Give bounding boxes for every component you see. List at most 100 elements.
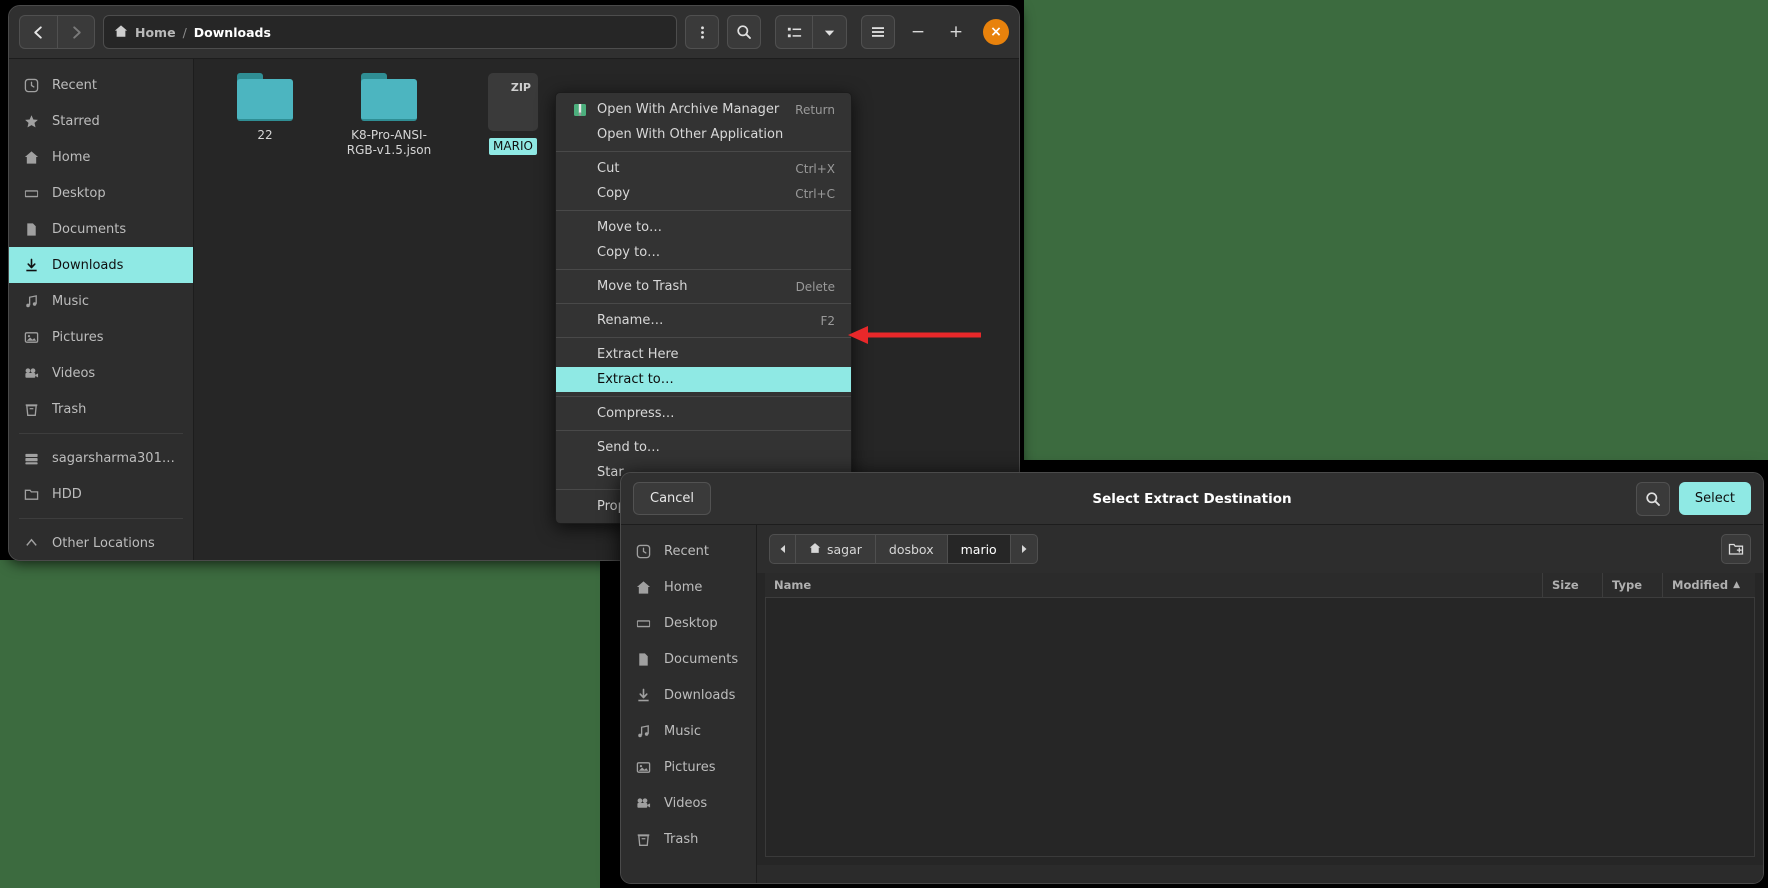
- menu-item-label: Extract to…: [597, 372, 835, 387]
- sidebar-item-hdd[interactable]: HDD: [9, 476, 193, 512]
- close-button[interactable]: ×: [983, 19, 1009, 45]
- sidebar-item-label: Pictures: [664, 760, 715, 775]
- sidebar-divider-2: [19, 518, 183, 519]
- forward-button[interactable]: [57, 15, 95, 49]
- path-scroll-left-button[interactable]: [769, 534, 796, 564]
- column-header-name[interactable]: Name: [765, 573, 1543, 597]
- menu-item-label: Copy to…: [597, 245, 835, 260]
- sidebar-item-home[interactable]: Home: [9, 139, 193, 175]
- search-button[interactable]: [727, 15, 761, 49]
- file-item-folder-k8pro[interactable]: K8-Pro-ANSI-RGB-v1.5.json: [336, 73, 442, 158]
- menu-item-open-with-other-application[interactable]: Open With Other Application: [556, 122, 851, 147]
- sidebar-item-label: Recent: [52, 78, 97, 93]
- dialog-body: Recent Home Desktop Documents Downloads …: [621, 525, 1763, 883]
- dialog-title: Select Extract Destination: [621, 491, 1763, 507]
- dialog-sidebar-item-videos[interactable]: Videos: [621, 785, 756, 821]
- cancel-button[interactable]: Cancel: [633, 482, 711, 515]
- menu-item-cut[interactable]: Cut Ctrl+X: [556, 156, 851, 181]
- select-button[interactable]: Select: [1679, 482, 1751, 515]
- main-menu-button[interactable]: [861, 15, 895, 49]
- menu-item-copy-to[interactable]: Copy to…: [556, 240, 851, 265]
- file-list-empty-area[interactable]: [765, 598, 1755, 857]
- breadcrumb-home[interactable]: Home: [114, 23, 176, 42]
- menu-item-open-with-archive-manager[interactable]: Open With Archive Manager Return: [556, 97, 851, 122]
- column-header-type[interactable]: Type: [1603, 573, 1663, 597]
- file-item-folder-22[interactable]: 22: [212, 73, 318, 158]
- video-icon: [635, 795, 652, 812]
- home-icon: [809, 542, 821, 557]
- sidebar-item-other-locations[interactable]: Other Locations: [9, 525, 193, 560]
- dialog-sidebar-item-home[interactable]: Home: [621, 569, 756, 605]
- file-item-archive-mario[interactable]: ZIP MARIO: [460, 73, 566, 158]
- sidebar-item-downloads[interactable]: Downloads: [9, 247, 193, 283]
- picture-icon: [635, 759, 652, 776]
- sidebar-item-music[interactable]: Music: [9, 283, 193, 319]
- path-crumb-label: sagar: [827, 542, 862, 557]
- sidebar-item-documents[interactable]: Documents: [9, 211, 193, 247]
- breadcrumb-home-label: Home: [135, 25, 176, 40]
- menu-separator: [556, 396, 851, 397]
- file-list-column-headers: Name Size Type Modified ▲: [765, 573, 1755, 598]
- menu-item-compress[interactable]: Compress…: [556, 401, 851, 426]
- path-crumb-sagar[interactable]: sagar: [796, 534, 876, 564]
- menu-separator: [556, 269, 851, 270]
- sidebar-item-label: Pictures: [52, 330, 103, 345]
- sidebar-item-label: Videos: [52, 366, 95, 381]
- list-view-button[interactable]: [775, 15, 813, 49]
- sidebar-item-desktop[interactable]: Desktop: [9, 175, 193, 211]
- menu-item-rename[interactable]: Rename… F2: [556, 308, 851, 333]
- path-crumb-dosbox[interactable]: dosbox: [876, 534, 948, 564]
- menu-item-label: Move to…: [597, 220, 835, 235]
- sidebar-item-label: Home: [52, 150, 90, 165]
- dialog-sidebar-item-documents[interactable]: Documents: [621, 641, 756, 677]
- dialog-sidebar-item-pictures[interactable]: Pictures: [621, 749, 756, 785]
- menu-item-extract-to[interactable]: Extract to…: [556, 367, 851, 392]
- view-dropdown-button[interactable]: [813, 15, 847, 49]
- maximize-button[interactable]: +: [941, 17, 971, 47]
- path-crumb-label: mario: [961, 542, 997, 557]
- context-menu[interactable]: Open With Archive Manager Return Open Wi…: [555, 92, 852, 524]
- sidebar-item-label: Downloads: [52, 258, 123, 273]
- menu-item-accel: Ctrl+C: [795, 187, 835, 201]
- sidebar-item-label: Desktop: [664, 616, 718, 631]
- sidebar-item-pictures[interactable]: Pictures: [9, 319, 193, 355]
- more-options-button[interactable]: [685, 15, 719, 49]
- column-header-size[interactable]: Size: [1543, 573, 1603, 597]
- sidebar-item-starred[interactable]: Starred: [9, 103, 193, 139]
- menu-item-move-to[interactable]: Move to…: [556, 215, 851, 240]
- dialog-sidebar-item-music[interactable]: Music: [621, 713, 756, 749]
- sidebar-item-label: Trash: [664, 832, 698, 847]
- dialog-sidebar-item-recent[interactable]: Recent: [621, 533, 756, 569]
- sidebar-item-trash[interactable]: Trash: [9, 391, 193, 427]
- path-crumb-mario[interactable]: mario: [948, 534, 1011, 564]
- document-icon: [23, 221, 40, 238]
- menu-item-send-to[interactable]: Send to…: [556, 435, 851, 460]
- dialog-file-list[interactable]: Name Size Type Modified ▲: [757, 573, 1763, 865]
- minimize-button[interactable]: −: [903, 17, 933, 47]
- column-header-modified[interactable]: Modified ▲: [1663, 573, 1755, 597]
- music-icon: [23, 293, 40, 310]
- menu-item-copy[interactable]: Copy Ctrl+C: [556, 181, 851, 206]
- annotation-arrow: [848, 320, 983, 354]
- trash-icon: [635, 831, 652, 848]
- dialog-sidebar-item-trash[interactable]: Trash: [621, 821, 756, 857]
- dialog-path-row: sagar dosbox mario: [757, 525, 1763, 573]
- back-button[interactable]: [19, 15, 57, 49]
- column-header-modified-label: Modified: [1672, 578, 1728, 592]
- sidebar-item-recent[interactable]: Recent: [9, 67, 193, 103]
- dialog-sidebar-item-downloads[interactable]: Downloads: [621, 677, 756, 713]
- new-folder-button[interactable]: [1721, 534, 1751, 564]
- desktop-icon: [23, 185, 40, 202]
- dialog-search-button[interactable]: [1636, 482, 1670, 516]
- sidebar-item-label: Documents: [52, 222, 126, 237]
- sidebar-item-videos[interactable]: Videos: [9, 355, 193, 391]
- view-controls: [775, 15, 847, 49]
- menu-item-extract-here[interactable]: Extract Here: [556, 342, 851, 367]
- breadcrumb[interactable]: Home / Downloads: [103, 15, 677, 49]
- sidebar-item-label: Videos: [664, 796, 707, 811]
- menu-item-move-to-trash[interactable]: Move to Trash Delete: [556, 274, 851, 299]
- dialog-sidebar-item-desktop[interactable]: Desktop: [621, 605, 756, 641]
- path-scroll-right-button[interactable]: [1011, 534, 1038, 564]
- sidebar-item-drive[interactable]: sagarsharma3012200…: [9, 440, 193, 476]
- archive-manager-icon: [572, 102, 588, 118]
